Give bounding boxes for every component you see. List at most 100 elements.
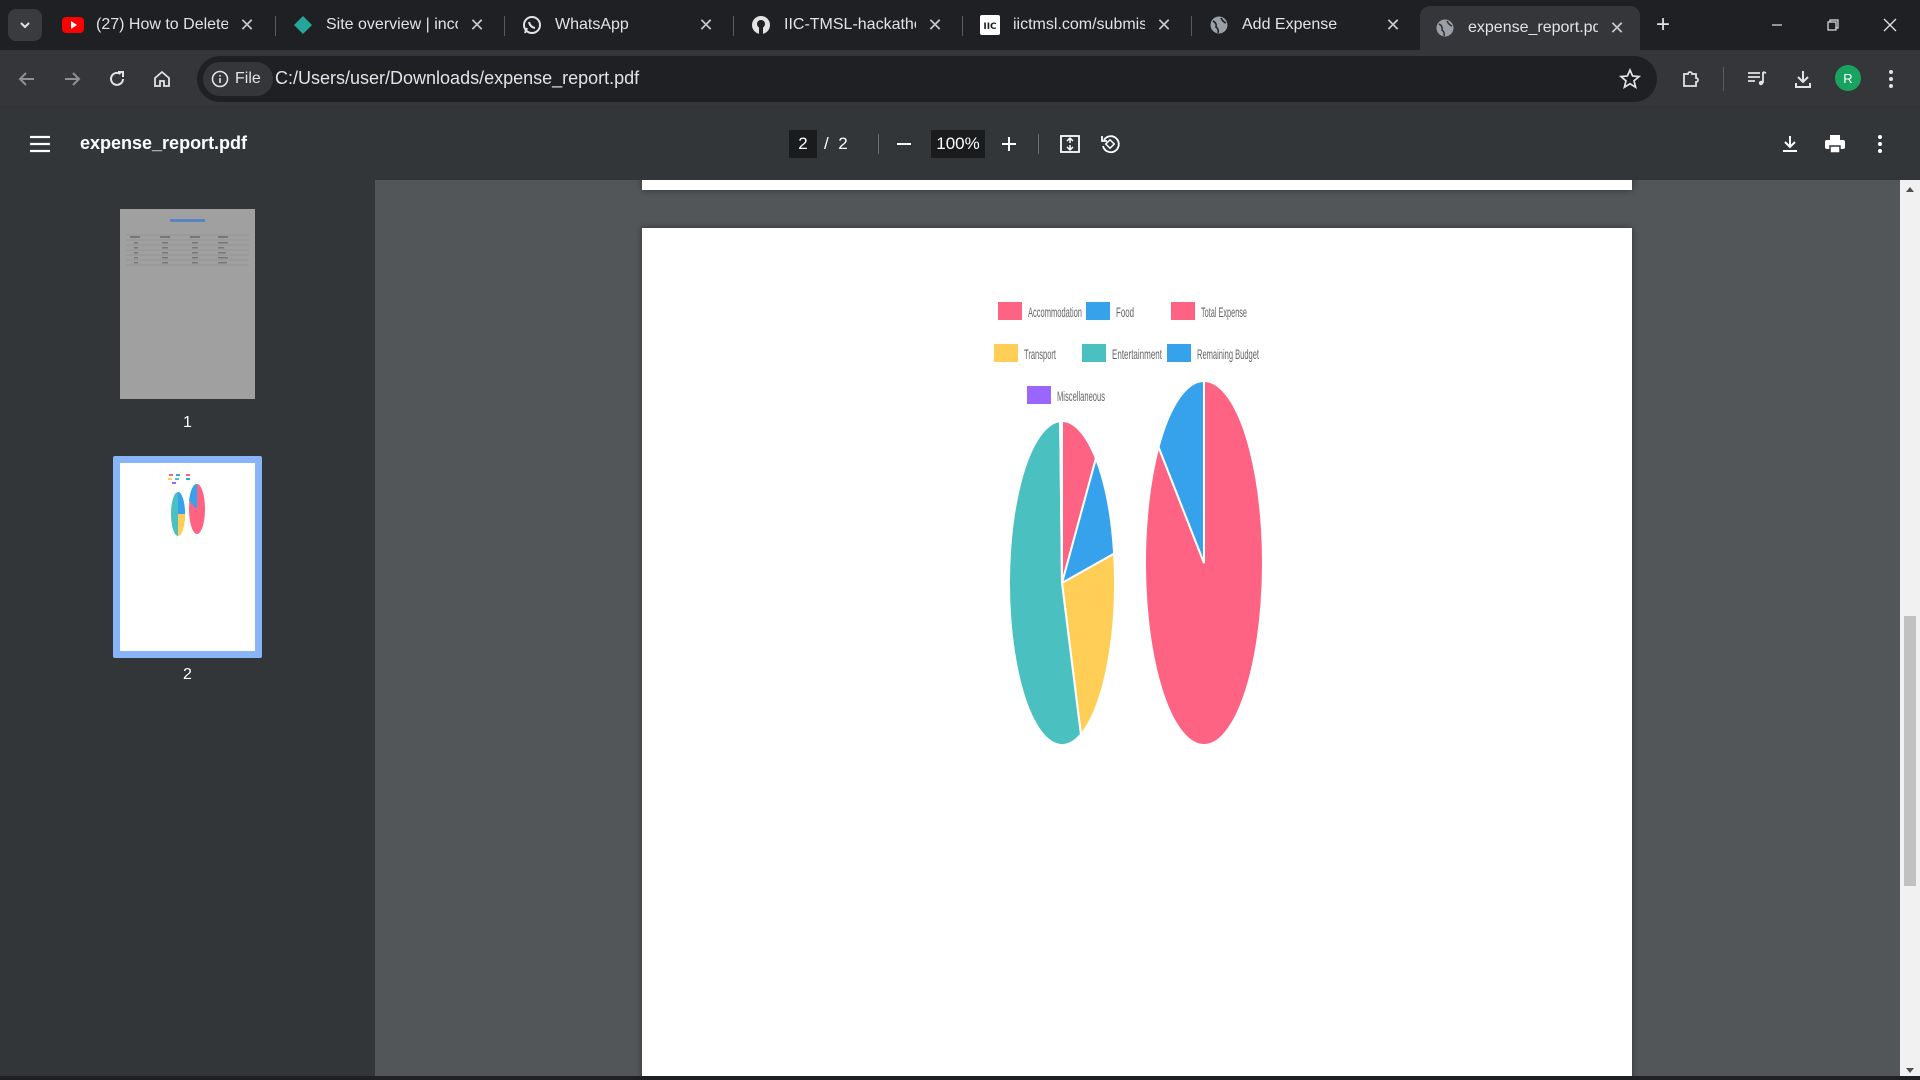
- restore-button[interactable]: [1813, 10, 1853, 40]
- globe-icon: [1434, 17, 1456, 39]
- tab-title: (27) How to Delete a: [96, 16, 228, 33]
- page-count: / 2: [824, 134, 848, 154]
- site-info-chip[interactable]: File: [203, 62, 273, 96]
- total-pages: 2: [838, 134, 848, 153]
- legend-label-miscellaneous: Miscellaneous: [1057, 388, 1105, 404]
- close-icon[interactable]: ✕: [695, 14, 717, 36]
- thumbnail-label-2: 2: [183, 666, 192, 683]
- scroll-up-arrow-icon[interactable]: [1900, 180, 1920, 200]
- legend-swatch-miscellaneous: [1027, 386, 1051, 404]
- fit-page-button[interactable]: [1056, 130, 1084, 158]
- thumbnail-sidebar: 1 2: [0, 180, 375, 1080]
- more-vertical-icon: [1878, 135, 1882, 153]
- profile-avatar[interactable]: R: [1835, 65, 1861, 91]
- pdf-toolbar-divider: [878, 134, 879, 154]
- iic-icon: IIC: [979, 14, 1001, 36]
- close-icon[interactable]: ✕: [1382, 14, 1404, 36]
- tab-title: expense_report.pdf: [1468, 19, 1598, 36]
- tab-youtube[interactable]: (27) How to Delete a ✕: [48, 6, 270, 44]
- close-icon[interactable]: ✕: [1153, 14, 1175, 36]
- download-icon: [1783, 136, 1797, 152]
- whatsapp-icon: [521, 14, 543, 36]
- tab-strip: (27) How to Delete a ✕ Site overview | i…: [0, 0, 1920, 50]
- url-text[interactable]: C:/Users/user/Downloads/expense_report.p…: [275, 68, 639, 89]
- tab-site-overview[interactable]: Site overview | incom ✕: [278, 6, 500, 44]
- minimize-icon: [1772, 24, 1782, 26]
- tab-iictmsl[interactable]: IIC iictmsl.com/submissi ✕: [965, 6, 1187, 44]
- pdf-title: expense_report.pdf: [80, 133, 248, 153]
- legend-swatch-food: [1086, 302, 1110, 320]
- rotate-button[interactable]: [1096, 130, 1124, 158]
- page-separator: /: [824, 134, 829, 153]
- browser-menu-button[interactable]: [1876, 64, 1906, 94]
- legend-swatch-accommodation: [998, 302, 1022, 320]
- close-icon[interactable]: ✕: [466, 14, 488, 36]
- bookmark-star-icon[interactable]: [1618, 67, 1642, 95]
- zoom-level-input[interactable]: 100%: [931, 130, 985, 158]
- legend-swatch-total-expense: [1171, 302, 1195, 320]
- extensions-button[interactable]: [1676, 64, 1706, 94]
- new-tab-button[interactable]: +: [1650, 11, 1676, 38]
- file-chip-label: File: [235, 70, 261, 87]
- rotate-icon: [1101, 135, 1120, 154]
- tab-add-expense[interactable]: Add Expense ✕: [1194, 6, 1416, 44]
- forward-button[interactable]: [57, 64, 87, 94]
- zoom-in-button[interactable]: [995, 130, 1023, 158]
- arrow-right-icon: [65, 72, 81, 86]
- reload-button[interactable]: [102, 64, 132, 94]
- sidebar-toggle-button[interactable]: [26, 130, 54, 158]
- pdf-print-button[interactable]: [1821, 130, 1849, 158]
- viewer-scrollbar[interactable]: [1900, 180, 1920, 1080]
- window-bottom-edge: [0, 1076, 1920, 1080]
- tab-title: iictmsl.com/submissi: [1013, 16, 1145, 33]
- pdf-download-button[interactable]: [1776, 130, 1804, 158]
- page-thumbnail-2-selected[interactable]: [113, 456, 262, 658]
- pdf-more-button[interactable]: [1866, 130, 1894, 158]
- tab-expense-report[interactable]: expense_report.pdf ✕: [1420, 6, 1640, 50]
- tab-search-button[interactable]: [8, 9, 42, 41]
- home-button[interactable]: [147, 64, 177, 94]
- tab-divider: [504, 16, 505, 36]
- svg-text:IIC: IIC: [983, 22, 997, 32]
- back-button[interactable]: [12, 64, 42, 94]
- legend-swatch-entertainment: [1082, 344, 1106, 362]
- tab-divider: [275, 16, 276, 36]
- thumbnail-1-content: [126, 219, 249, 266]
- page-thumbnail-1[interactable]: [120, 209, 255, 399]
- toolbar-divider: [1723, 67, 1724, 91]
- pdf-toolbar-divider: [1038, 134, 1039, 154]
- tab-title: WhatsApp: [555, 16, 629, 33]
- thumbnail-label-1: 1: [183, 414, 192, 431]
- close-icon[interactable]: ✕: [924, 14, 946, 36]
- pdf-toolbar: expense_report.pdf 2 / 2 100%: [0, 108, 1920, 180]
- info-icon: [211, 70, 229, 88]
- tab-title: Add Expense: [1242, 16, 1338, 33]
- restore-icon: [1827, 19, 1839, 31]
- minimize-button[interactable]: [1757, 10, 1797, 40]
- thumbnail-2-content: [168, 474, 205, 536]
- address-bar[interactable]: File C:/Users/user/Downloads/expense_rep…: [197, 56, 1657, 102]
- youtube-icon: [62, 14, 84, 36]
- downloads-button[interactable]: [1788, 64, 1818, 94]
- printer-icon: [1825, 135, 1845, 154]
- pie-charts: Accommodation Food Transport Entertainment M…: [994, 302, 1264, 746]
- scrollbar-thumb[interactable]: [1904, 616, 1916, 886]
- tab-title: IIC-TMSL-hackathon: [784, 16, 916, 33]
- close-icon[interactable]: ✕: [1606, 17, 1628, 39]
- close-window-button[interactable]: [1870, 10, 1910, 40]
- legend-label-entertainment: Entertainment: [1112, 346, 1162, 362]
- tab-github[interactable]: IIC-TMSL-hackathon ✕: [736, 6, 958, 44]
- close-icon[interactable]: ✕: [236, 14, 258, 36]
- zoom-out-button[interactable]: [890, 130, 918, 158]
- page-number-input[interactable]: 2: [789, 130, 817, 158]
- plus-icon: [1002, 137, 1016, 151]
- tab-divider: [733, 16, 734, 36]
- legend-label-food: Food: [1116, 304, 1134, 320]
- puzzle-icon: [1683, 71, 1699, 87]
- legend-label-total-expense: Total Expense: [1201, 304, 1247, 320]
- media-controls-button[interactable]: [1742, 64, 1772, 94]
- diamond-icon: [292, 14, 314, 36]
- legend-label-accommodation: Accommodation: [1028, 304, 1082, 320]
- thumbnail-2-page: [120, 463, 255, 651]
- tab-whatsapp[interactable]: WhatsApp ✕: [507, 6, 729, 44]
